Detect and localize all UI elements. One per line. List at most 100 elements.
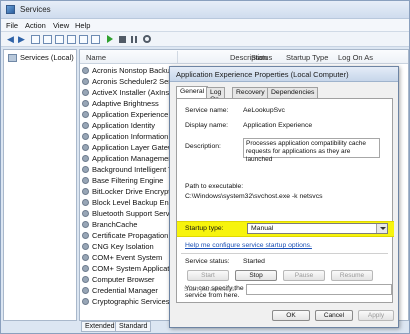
service-row[interactable]: COM+ System Application: [80, 263, 179, 274]
tab-recovery[interactable]: Recovery: [232, 87, 269, 98]
menu-view[interactable]: View: [53, 21, 69, 30]
service-name: Application Layer Gateway: [92, 143, 182, 152]
forward-arrow-icon[interactable]: ▶: [17, 35, 26, 44]
col-log-on-as[interactable]: Log On As: [338, 53, 373, 62]
service-row[interactable]: Credential Manager: [80, 285, 175, 296]
service-row[interactable]: Base Filtering Engine: [80, 175, 175, 186]
gear-icon: [82, 111, 89, 118]
help-startup-link[interactable]: Help me configure service startup option…: [185, 242, 312, 249]
gear-icon: [82, 100, 89, 107]
services-window: Services File Action View Help ◀ ▶ Servi…: [0, 0, 410, 334]
service-name: Application Information: [92, 132, 169, 141]
service-name: BranchCache: [92, 220, 138, 229]
service-row[interactable]: Application Experience: [80, 109, 175, 120]
service-status-label: Service status:: [185, 258, 230, 265]
gear-icon: [82, 265, 89, 272]
tab-general[interactable]: General: [176, 86, 209, 98]
restart-service-icon[interactable]: [143, 35, 151, 43]
gear-icon: [82, 221, 89, 228]
tab-dependencies[interactable]: Dependencies: [267, 87, 319, 98]
gear-icon: [82, 78, 89, 85]
col-startup-type[interactable]: Startup Type: [286, 53, 328, 62]
service-row[interactable]: Certificate Propagation: [80, 230, 175, 241]
menu-action[interactable]: Action: [25, 21, 46, 30]
service-row[interactable]: Application Information: [80, 131, 175, 142]
gear-icon: [82, 67, 89, 74]
gear-icon: [82, 144, 89, 151]
resume-button[interactable]: Resume: [331, 270, 373, 281]
tab-extended[interactable]: Extended: [81, 321, 119, 332]
help-icon[interactable]: [79, 35, 88, 44]
gear-icon: [82, 254, 89, 261]
gear-icon: [82, 199, 89, 206]
service-row[interactable]: COM+ Event System: [80, 252, 175, 263]
service-name: COM+ Event System: [92, 253, 163, 262]
chevron-down-icon[interactable]: [376, 224, 387, 233]
stop-button[interactable]: Stop: [235, 270, 277, 281]
tab-log-on[interactable]: Log On: [206, 87, 226, 103]
menu-file[interactable]: File: [6, 21, 18, 30]
menu-help[interactable]: Help: [75, 21, 90, 30]
export-list-icon[interactable]: [67, 35, 76, 44]
pause-service-icon[interactable]: [131, 36, 137, 43]
gear-icon: [82, 276, 89, 283]
service-row[interactable]: Bluetooth Support Service: [80, 208, 179, 219]
dialog-title-bar: Application Experience Properties (Local…: [170, 67, 398, 82]
console-tree: Services (Local): [3, 49, 77, 321]
gear-icon: [82, 243, 89, 250]
divider: [181, 253, 388, 254]
start-params-input[interactable]: [246, 284, 392, 295]
service-row[interactable]: Background Intelligent Tra: [80, 164, 179, 175]
service-name: Certificate Propagation: [92, 231, 169, 240]
tab-standard[interactable]: Standard: [115, 321, 152, 332]
col-status[interactable]: Status: [251, 53, 272, 62]
display-name-value: Application Experience: [243, 122, 313, 129]
service-row[interactable]: CNG Key Isolation: [80, 241, 175, 252]
gear-icon: [82, 166, 89, 173]
properties-icon[interactable]: [43, 35, 52, 44]
service-name-value: AeLookupSvc: [243, 107, 285, 114]
title-bar: Services: [1, 1, 409, 19]
gear-icon: [82, 210, 89, 217]
refresh-icon[interactable]: [55, 35, 64, 44]
service-row[interactable]: Block Level Backup Engine: [80, 197, 183, 208]
console-tree-icon[interactable]: [31, 35, 40, 44]
description-label: Description:: [185, 143, 221, 150]
services-app-icon: [6, 5, 15, 14]
service-row[interactable]: Cryptographic Services: [80, 296, 175, 307]
startup-type-select[interactable]: Manual: [247, 223, 388, 234]
service-row[interactable]: BranchCache: [80, 219, 175, 230]
start-service-icon[interactable]: [107, 35, 113, 43]
stop-service-icon[interactable]: [119, 36, 126, 43]
start-button[interactable]: Start: [187, 270, 229, 281]
service-row[interactable]: Acronis Scheduler2 Service: [80, 76, 184, 87]
service-name: CNG Key Isolation: [92, 242, 154, 251]
pause-button[interactable]: Pause: [283, 270, 325, 281]
service-row[interactable]: Acronis Nonstop Backup s: [80, 65, 180, 76]
service-name: Bluetooth Support Service: [92, 209, 180, 218]
apply-button[interactable]: Apply: [358, 310, 394, 321]
service-name-label: Service name:: [185, 107, 229, 114]
dialog-footer: OK Cancel Apply: [170, 308, 398, 324]
gear-icon: [82, 177, 89, 184]
gear-icon: [82, 188, 89, 195]
general-tab-panel: Service name: AeLookupSvc Display name: …: [176, 98, 394, 303]
service-row[interactable]: Adaptive Brightness: [80, 98, 175, 109]
tree-node-services-local[interactable]: Services (Local): [20, 53, 74, 62]
back-arrow-icon[interactable]: ◀: [6, 35, 15, 44]
window-title: Services: [20, 5, 51, 14]
service-name: Base Filtering Engine: [92, 176, 164, 185]
service-row[interactable]: Application Management: [80, 153, 175, 164]
service-name: Application Experience: [92, 110, 169, 119]
gear-icon: [82, 89, 89, 96]
service-row[interactable]: BitLocker Drive Encryption: [80, 186, 180, 197]
service-row[interactable]: Application Identity: [80, 120, 175, 131]
col-name[interactable]: Name: [86, 53, 106, 62]
cancel-button[interactable]: Cancel: [315, 310, 353, 321]
show-hide-icon[interactable]: [91, 35, 100, 44]
service-row[interactable]: ActiveX Installer (AxInstSV): [80, 87, 184, 98]
startup-type-value: Manual: [251, 225, 274, 232]
service-row[interactable]: Application Layer Gateway: [80, 142, 181, 153]
ok-button[interactable]: OK: [272, 310, 310, 321]
service-row[interactable]: Computer Browser: [80, 274, 175, 285]
